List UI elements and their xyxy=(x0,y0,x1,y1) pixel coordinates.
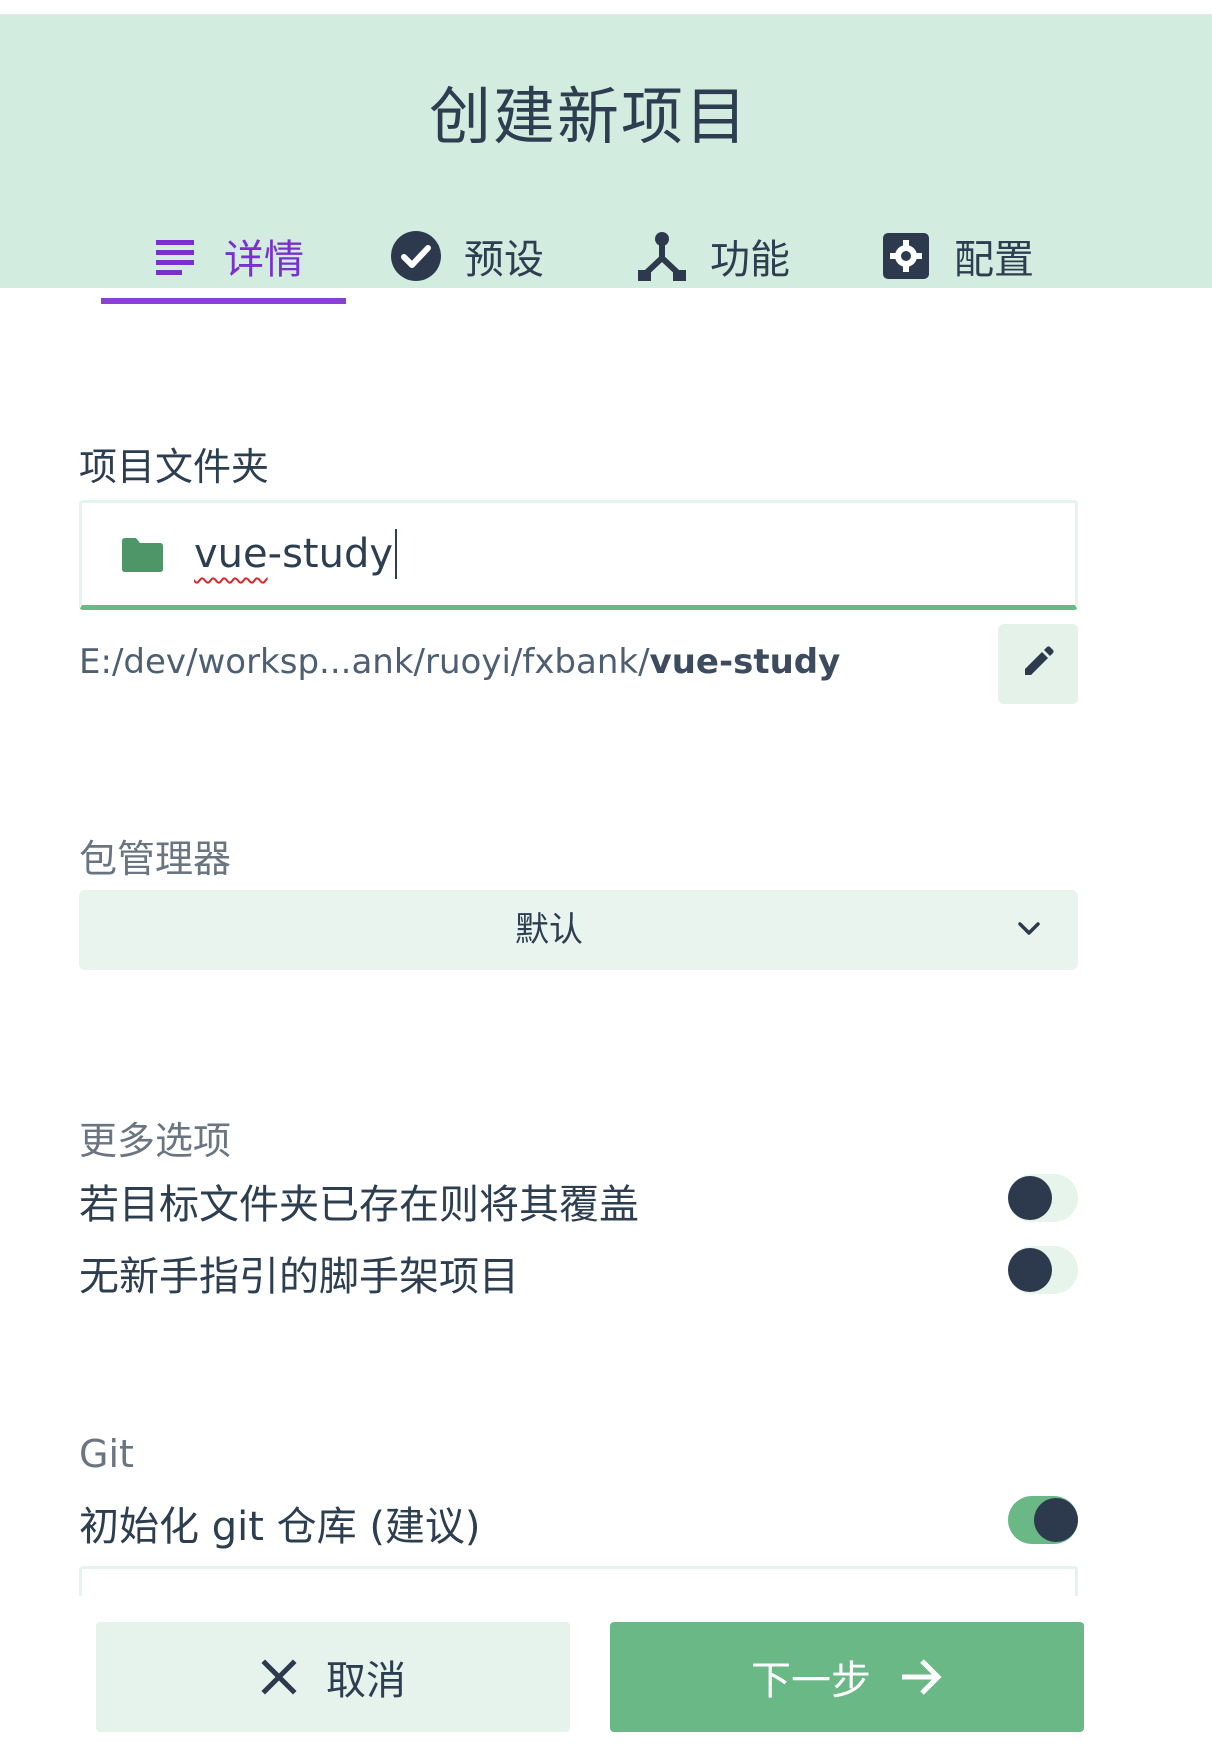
edit-path-button[interactable] xyxy=(998,624,1078,704)
folder-path: E:/dev/worksp...ank/ruoyi/fxbank/vue-stu… xyxy=(79,642,840,682)
page-title: 创建新项目 xyxy=(428,80,749,153)
no-guide-toggle[interactable] xyxy=(1008,1246,1078,1294)
folder-path-prefix: E:/dev/worksp...ank/ruoyi/fxbank/ xyxy=(79,642,650,682)
fork-icon xyxy=(634,228,690,284)
folder-name-part-rest: -study xyxy=(267,531,394,577)
toggle-knob xyxy=(1008,1176,1052,1220)
package-manager-select[interactable]: 默认 xyxy=(79,890,1078,970)
list-icon xyxy=(148,228,204,284)
folder-path-name: vue-study xyxy=(649,642,841,682)
option-no-guide-label: 无新手指引的脚手架项目 xyxy=(79,1254,519,1300)
tab-features[interactable]: 功能 xyxy=(634,208,790,304)
folder-name-part-misspelled: vue xyxy=(194,531,268,577)
project-folder-label: 项目文件夹 xyxy=(79,445,270,489)
commit-message-input[interactable] xyxy=(79,1566,1078,1596)
cancel-button[interactable]: 取消 xyxy=(96,1622,570,1732)
tab-features-label: 功能 xyxy=(710,237,790,283)
more-options-label: 更多选项 xyxy=(79,1119,232,1163)
next-button-label: 下一步 xyxy=(751,1658,871,1704)
toggle-knob xyxy=(1034,1498,1078,1542)
tab-details[interactable]: 详情 xyxy=(148,208,304,304)
window-top-border xyxy=(0,0,1212,16)
option-row-overwrite: 若目标文件夹已存在则将其覆盖 xyxy=(79,1168,1078,1232)
next-button[interactable]: 下一步 xyxy=(610,1622,1084,1732)
option-row-no-guide: 无新手指引的脚手架项目 xyxy=(79,1240,1078,1304)
tab-presets-label: 预设 xyxy=(464,237,544,283)
settings-icon xyxy=(878,228,934,284)
package-manager-value: 默认 xyxy=(515,910,583,950)
tab-presets[interactable]: 预设 xyxy=(388,208,544,304)
git-init-toggle[interactable] xyxy=(1008,1496,1078,1544)
active-tab-indicator xyxy=(101,298,346,304)
tab-bar: 详情 预设 功能 配置 xyxy=(0,208,1212,304)
toggle-knob xyxy=(1008,1248,1052,1292)
folder-icon xyxy=(120,537,164,577)
pencil-icon xyxy=(1021,645,1055,683)
text-caret xyxy=(395,529,398,579)
close-icon xyxy=(260,1658,298,1696)
project-folder-input[interactable]: vue -study xyxy=(79,500,1078,610)
arrow-right-icon xyxy=(899,1657,943,1697)
cancel-button-label: 取消 xyxy=(326,1658,406,1704)
package-manager-label: 包管理器 xyxy=(79,837,232,881)
page-header: 创建新项目 详情 预设 功能 配置 xyxy=(0,16,1212,304)
project-folder-value[interactable]: vue -study xyxy=(194,529,398,579)
check-circle-icon xyxy=(388,228,444,284)
tab-details-label: 详情 xyxy=(224,237,304,283)
tab-config[interactable]: 配置 xyxy=(878,208,1034,304)
option-row-git-init: 初始化 git 仓库 (建议) xyxy=(79,1490,1078,1554)
git-label: Git xyxy=(79,1432,134,1476)
tab-config-label: 配置 xyxy=(954,237,1034,283)
chevron-down-icon xyxy=(1016,912,1042,950)
overwrite-toggle[interactable] xyxy=(1008,1174,1078,1222)
option-overwrite-label: 若目标文件夹已存在则将其覆盖 xyxy=(79,1182,639,1228)
git-init-label: 初始化 git 仓库 (建议) xyxy=(79,1504,481,1550)
